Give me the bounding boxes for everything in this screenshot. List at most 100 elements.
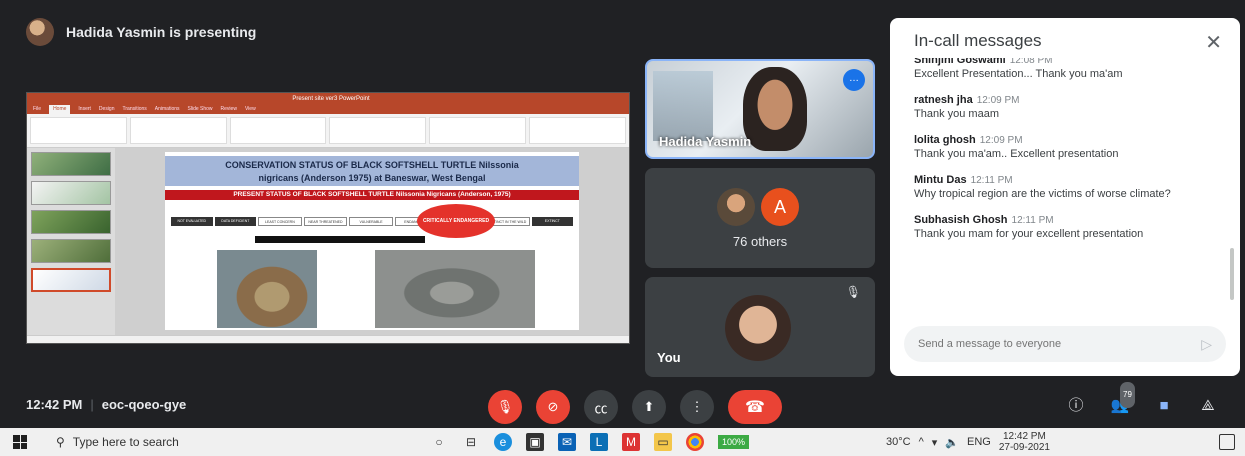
mic-off-icon: 🎙 [845,285,861,299]
more-vert-icon: ⋮ [690,399,704,414]
chat-scrollbar[interactable] [1230,248,1234,300]
file-explorer-icon[interactable]: ▭ [654,433,672,451]
ribbon-tab: Home [49,105,71,114]
chat-input[interactable] [918,338,1202,350]
camera-off-button[interactable]: ⊘ [536,390,570,424]
ribbon-tab: Slide Show [187,106,213,112]
people-button[interactable]: 👥 79 [1108,382,1135,418]
people-count-badge: 79 [1120,382,1135,408]
presenter-avatar [26,18,54,46]
powerpoint-body: CONSERVATION STATUS OF BLACK SOFTSHELL T… [27,148,629,335]
send-icon[interactable]: ▷ [1201,336,1212,353]
volume-icon[interactable]: 🔈 [945,436,959,449]
search-icon: ⚲ [56,435,65,449]
slide-subtitle: PRESENT STATUS OF BLACK SOFTSHELL TURTLE… [165,190,579,200]
windows-logo-icon [13,435,27,449]
presenter-name: Hadida Yasmin [659,134,752,149]
notifications-icon[interactable] [1219,434,1235,450]
chat-message-list[interactable]: Shinjini Goswami 12:08 PM Excellent Prese… [914,58,1220,306]
leave-call-button[interactable]: ☎ [728,390,782,424]
message-text: Thank you maam [914,108,999,120]
ribbon-group [129,117,227,144]
presenter-video-tile[interactable]: … Hadida Yasmin [645,59,875,159]
slide-thumbnail-selected [31,268,111,292]
powerpoint-title: Present site ver3 PowerPoint [292,96,370,102]
side-controls: ⓘ 👥 79 ■ ⟁ [1064,382,1220,418]
status-box: EXTINCT [531,216,574,226]
self-tile[interactable]: 🎙 You [645,277,875,377]
chat-icon: ■ [1159,397,1169,414]
edge-icon[interactable]: e [494,433,512,451]
speaking-indicator-icon: … [843,69,865,91]
task-view-icon[interactable]: ⊟ [462,433,480,451]
message-text: Excellent Presentation... Thank you ma'a… [914,68,1123,80]
search-placeholder: Type here to search [72,435,179,449]
mic-off-button[interactable]: 🎙 [488,390,522,424]
captions-button[interactable]: ㏄ [584,390,618,424]
video-background [653,71,713,141]
store-icon[interactable]: ▣ [526,433,544,451]
taskbar-search[interactable]: ⚲ Type here to search [40,428,340,456]
presenter-video [743,67,807,151]
chat-message: ratnesh jha 12:09 PM Thank you maam [914,94,1220,122]
slide-thumbnail [31,152,111,176]
meeting-code: eoc-qoeo-gye [101,397,187,412]
message-sender: ratnesh jha 12:09 PM [914,94,1020,106]
chat-input-box[interactable]: ▷ [904,326,1226,362]
status-box: VULNERABLE [349,216,393,226]
slide-thumbnail [31,181,111,205]
shared-screen: Present site ver3 PowerPoint File Home I… [26,92,630,344]
info-icon: ⓘ [1068,397,1084,414]
turtle-photo-in-water [375,250,535,328]
weather-temperature[interactable]: 30°C [886,436,911,448]
presenter-banner-text: Hadida Yasmin is presenting [66,24,257,40]
clock-date: 27-09-2021 [998,442,1050,453]
present-button[interactable]: ⬆ [632,390,666,424]
status-box: LEAST CONCERN [258,216,302,226]
powerpoint-ribbon [27,114,629,148]
meeting-separator: | [90,397,94,412]
activities-button[interactable]: ⟁ [1196,394,1220,418]
ribbon-tab: View [244,106,256,112]
linkedin-icon[interactable]: L [590,433,608,451]
chat-button[interactable]: ■ [1152,394,1176,418]
slide-thumbnail [31,239,111,263]
activities-icon: ⟁ [1201,397,1215,414]
language-indicator[interactable]: ENG [967,436,991,448]
ribbon-group [429,117,527,144]
message-text: Thank you mam for your excellent present… [914,228,1144,240]
network-icon[interactable]: ▾ [932,436,938,449]
mail-icon[interactable]: ✉ [558,433,576,451]
message-text: Thank you ma'am.. Excellent presentation [914,148,1119,160]
meeting-details-button[interactable]: ⓘ [1064,394,1088,418]
taskbar-clock[interactable]: 12:42 PM 27-09-2021 [999,431,1050,453]
more-options-button[interactable]: ⋮ [680,390,714,424]
message-sender: Shinjini Goswami 12:08 PM [914,58,1220,66]
others-tile[interactable]: A 76 others [645,168,875,268]
tray-chevron-icon[interactable]: ^ [919,436,924,448]
avatar-letter: A [761,188,799,226]
self-avatar [725,295,791,361]
slide-thumbnail [31,210,111,234]
powerpoint-titlebar: Present site ver3 PowerPoint [27,93,629,105]
message-time: 12:09 PM [979,135,1023,146]
slide-thumbnails [27,148,115,335]
chrome-icon[interactable] [686,433,704,451]
ribbon-group [329,117,427,144]
turtle-photo-in-hand [217,250,317,328]
chat-message: Mintu Das 12:11 PM Why tropical region ar… [914,174,1220,202]
slide-title: CONSERVATION STATUS OF BLACK SOFTSHELL T… [165,156,579,186]
ribbon-tab: Transitions [122,106,147,112]
ribbon-group [229,117,327,144]
avatar [717,188,755,226]
ribbon-tab: Animations [154,106,180,112]
mic-off-icon: 🎙 [496,399,514,414]
powerpoint-statusbar [27,335,629,343]
close-icon[interactable]: ✕ [1205,30,1222,55]
gmail-icon[interactable]: M [622,433,640,451]
cortana-icon[interactable]: ○ [430,433,448,451]
start-button[interactable] [0,428,40,456]
self-label: You [657,350,681,365]
message-text: Why tropical region are the victims of w… [914,188,1171,200]
windows-taskbar: ⚲ Type here to search ○ ⊟ e ▣ ✉ L M ▭ 10… [0,428,1245,456]
